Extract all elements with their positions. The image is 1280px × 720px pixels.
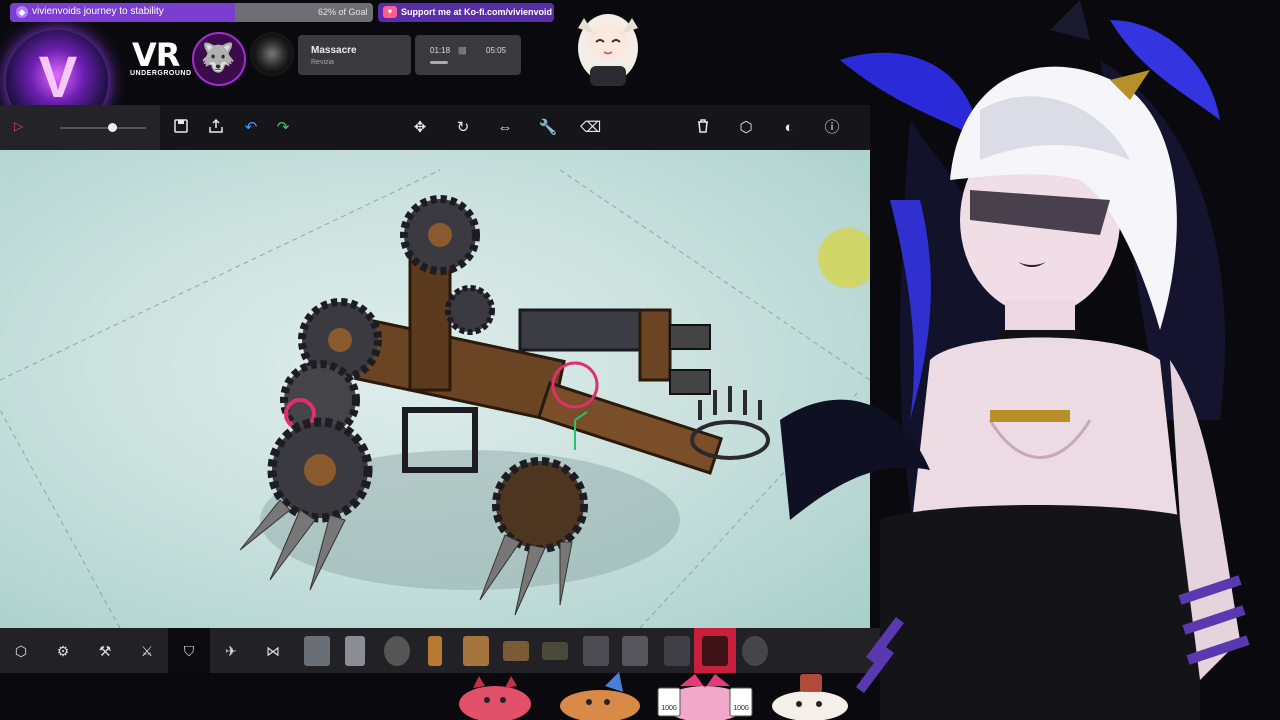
wood-panel-block[interactable] xyxy=(463,636,489,666)
channel-logo-glyph: V xyxy=(38,45,78,110)
wolf-icon: 🐺 xyxy=(200,42,236,73)
move-icon[interactable]: ✥ xyxy=(410,118,430,138)
emote-badge-left: 1000 xyxy=(661,705,677,712)
vtuber-avatar xyxy=(780,0,1250,720)
wrench-icon[interactable]: 🔧 xyxy=(538,118,558,138)
vr-underground-logo: VR xyxy=(132,36,180,74)
spike-block[interactable] xyxy=(583,636,609,666)
spike-ball-block[interactable] xyxy=(742,636,768,666)
game-viewport[interactable] xyxy=(0,150,870,628)
clown-1000-emote: 1000 1000 xyxy=(657,674,753,720)
ballista-block[interactable] xyxy=(664,636,690,666)
plate-block[interactable] xyxy=(304,636,330,666)
redo-icon[interactable]: ↷ xyxy=(273,118,293,138)
weapon-icon[interactable]: ⚔ xyxy=(136,640,158,662)
flight-icon[interactable]: ✈ xyxy=(220,640,242,662)
grabber-block[interactable] xyxy=(503,641,529,661)
waveform-icon: ||||||| xyxy=(458,46,466,55)
time-scale-slider[interactable] xyxy=(60,127,146,129)
machine-scene xyxy=(0,169,870,628)
kofi-text: Support me at Ko-fi.com/vivienvoid xyxy=(401,7,553,17)
goal-percent: 62% of Goal xyxy=(318,7,368,17)
rotate-icon[interactable]: ↻ xyxy=(453,118,473,138)
load-icon[interactable] xyxy=(206,118,226,138)
eraser-icon[interactable]: ⌫ xyxy=(580,118,601,138)
vinyl-record-icon xyxy=(250,32,294,76)
half-pipe-block[interactable] xyxy=(345,636,365,666)
trash-icon[interactable] xyxy=(693,118,713,138)
song-artist: Revizia xyxy=(311,59,334,66)
time-scale-knob[interactable] xyxy=(108,123,117,132)
twitch-icon: ◆ xyxy=(16,6,28,18)
wood-pole-block[interactable] xyxy=(428,636,442,666)
emote-badge-right: 1000 xyxy=(733,705,749,712)
active-spike-block[interactable] xyxy=(702,636,728,666)
hexagon-icon[interactable]: ⬡ xyxy=(736,118,756,138)
goal-title: vivienvoids journey to stability xyxy=(32,6,164,17)
song-time-card xyxy=(415,35,521,75)
mechanical-icon[interactable]: ⚒ xyxy=(94,640,116,662)
play-icon[interactable]: ▷ xyxy=(14,119,23,133)
nodes-icon[interactable]: ⋈ xyxy=(262,640,284,662)
chibi-avatar xyxy=(578,14,638,86)
save-icon[interactable] xyxy=(171,118,191,138)
song-progress-bar xyxy=(430,61,448,64)
flip-icon[interactable]: ⇔ xyxy=(495,118,515,138)
song-total-time: 05:05 xyxy=(486,46,507,55)
kofi-cup-icon: ♥ xyxy=(383,6,397,18)
vr-underground-sub: UNDERGROUND xyxy=(130,70,192,77)
song-title: Massacre xyxy=(311,45,357,56)
hexagon-icon[interactable]: ⬡ xyxy=(10,640,32,662)
crate-block[interactable] xyxy=(622,636,648,666)
undo-icon[interactable]: ↶ xyxy=(241,118,261,138)
armor-icon[interactable]: ⛉ xyxy=(178,640,200,662)
party-cat-emote xyxy=(560,672,640,720)
wheel-block[interactable] xyxy=(384,636,410,666)
gear-category-icon[interactable]: ⚙ xyxy=(52,640,74,662)
cannon-block[interactable] xyxy=(542,642,568,660)
devil-cat-emote xyxy=(459,676,531,720)
song-current-time: 01:18 xyxy=(430,46,451,55)
